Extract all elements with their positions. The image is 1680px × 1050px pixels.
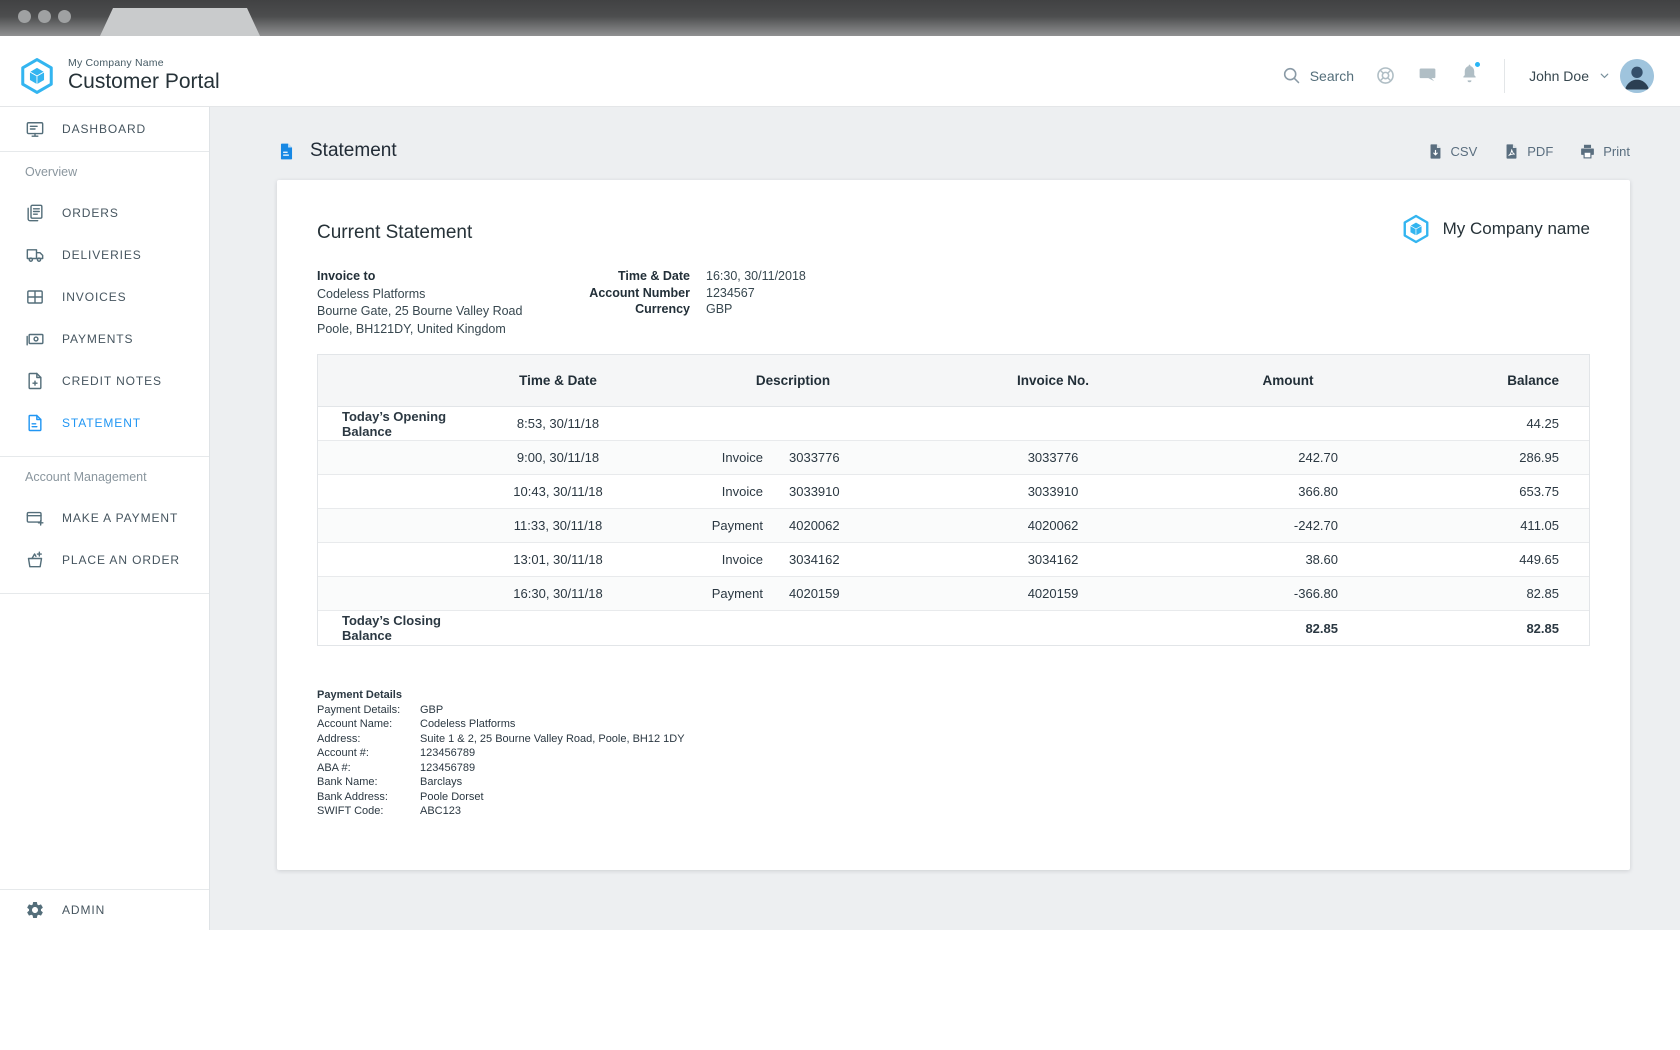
sidebar-section-overview: Overview <box>0 152 209 192</box>
sidebar-item-label: CREDIT NOTES <box>62 374 162 388</box>
user-menu[interactable]: John Doe <box>1529 59 1654 93</box>
payments-icon <box>25 329 45 349</box>
col-header-time-date: Time & Date <box>468 373 648 388</box>
invoice-to-block: Invoice to Codeless Platforms Bourne Gat… <box>317 268 577 338</box>
col-header-balance: Balance <box>1408 373 1589 388</box>
company-logo-icon <box>1401 214 1431 244</box>
window-button[interactable] <box>58 10 71 23</box>
meta-value: 16:30, 30/11/2018 <box>706 268 806 285</box>
brand[interactable]: My Company Name Customer Portal <box>18 57 220 95</box>
avatar[interactable] <box>1620 59 1654 93</box>
search-control[interactable]: Search <box>1281 65 1354 86</box>
csv-button[interactable]: CSV <box>1427 143 1478 160</box>
header-divider <box>1504 59 1505 93</box>
search-label: Search <box>1310 68 1354 84</box>
printer-icon <box>1579 143 1596 160</box>
sidebar-item-label: INVOICES <box>62 290 127 304</box>
statement-page-icon <box>277 142 296 161</box>
meta-label: Currency <box>577 301 690 318</box>
help-icon[interactable] <box>1375 65 1396 86</box>
gear-icon <box>25 900 45 920</box>
truck-icon <box>25 245 45 265</box>
table-row-opening-balance: Today’s Opening Balance 8:53, 30/11/18 4… <box>318 407 1589 441</box>
sidebar-item-label: PLACE AN ORDER <box>62 553 180 567</box>
invoice-to-line: Codeless Platforms <box>317 286 577 304</box>
col-header-description: Description <box>648 373 938 388</box>
sidebar-item-place-an-order[interactable]: PLACE AN ORDER <box>0 539 209 581</box>
sidebar-item-make-a-payment[interactable]: MAKE A PAYMENT <box>0 497 209 539</box>
search-icon <box>1281 65 1302 86</box>
table-row: 10:43, 30/11/18 Invoice3033910 3033910 3… <box>318 475 1589 509</box>
table-row: 13:01, 30/11/18 Invoice3034162 3034162 3… <box>318 543 1589 577</box>
window-button[interactable] <box>18 10 31 23</box>
statement-meta: Time & Date 16:30, 30/11/2018 Account Nu… <box>577 268 806 338</box>
meta-label: Account Number <box>577 285 690 302</box>
company-logo-icon <box>18 57 56 95</box>
sidebar-item-label: ADMIN <box>62 903 105 917</box>
orders-icon <box>25 203 45 223</box>
payment-details: Payment Details Payment Details:GBP Acco… <box>317 688 1590 819</box>
meta-value: GBP <box>706 301 732 318</box>
statement-card: Current Statement My Company name Invoic… <box>277 180 1630 870</box>
sidebar-item-dashboard[interactable]: DASHBOARD <box>0 107 209 151</box>
page-title: Statement <box>277 140 397 162</box>
sidebar-item-statement[interactable]: STATEMENT <box>0 402 209 444</box>
credit-note-icon <box>25 371 45 391</box>
statement-card-title: Current Statement <box>317 222 1590 244</box>
invoice-to-line: Bourne Gate, 25 Bourne Valley Road <box>317 303 577 321</box>
chevron-down-icon <box>1598 69 1611 82</box>
invoice-to-line: Poole, BH121DY, United Kingdom <box>317 321 577 339</box>
sidebar-item-admin[interactable]: ADMIN <box>0 890 209 930</box>
statement-icon <box>25 413 45 433</box>
sidebar-item-deliveries[interactable]: DELIVERIES <box>0 234 209 276</box>
pdf-file-icon <box>1503 143 1520 160</box>
col-header-amount: Amount <box>1168 373 1408 388</box>
invoices-icon <box>25 287 45 307</box>
meta-label: Time & Date <box>577 268 690 285</box>
sidebar-item-label: ORDERS <box>62 206 119 220</box>
sidebar-item-orders[interactable]: ORDERS <box>0 192 209 234</box>
card-plus-icon <box>25 508 45 528</box>
browser-tab[interactable] <box>100 8 260 36</box>
company-name-small: My Company Name <box>68 57 220 69</box>
sidebar-item-label: DASHBOARD <box>62 122 146 136</box>
print-button[interactable]: Print <box>1579 143 1630 160</box>
sidebar-item-label: PAYMENTS <box>62 332 133 346</box>
table-header-row: Time & Date Description Invoice No. Amou… <box>318 355 1589 407</box>
sidebar: DASHBOARD Overview ORDERS DELIVERIES <box>0 107 210 930</box>
pdf-button[interactable]: PDF <box>1503 143 1553 160</box>
table-row: 11:33, 30/11/18 Payment4020062 4020062 -… <box>318 509 1589 543</box>
sidebar-item-label: DELIVERIES <box>62 248 142 262</box>
payment-details-title: Payment Details <box>317 688 1590 703</box>
table-row: 9:00, 30/11/18 Invoice3033776 3033776 24… <box>318 441 1589 475</box>
sidebar-item-invoices[interactable]: INVOICES <box>0 276 209 318</box>
sidebar-item-label: STATEMENT <box>62 416 141 430</box>
user-name: John Doe <box>1529 68 1589 84</box>
sidebar-section-account-management: Account Management <box>0 457 209 497</box>
sidebar-item-credit-notes[interactable]: CREDIT NOTES <box>0 360 209 402</box>
company-name: My Company name <box>1443 219 1590 239</box>
chat-icon[interactable] <box>1417 65 1438 86</box>
basket-plus-icon <box>25 550 45 570</box>
sidebar-item-label: MAKE A PAYMENT <box>62 511 178 525</box>
invoice-to-label: Invoice to <box>317 268 577 286</box>
window-buttons <box>18 10 71 23</box>
dashboard-icon <box>25 119 45 139</box>
window-button[interactable] <box>38 10 51 23</box>
notification-dot <box>1473 60 1482 69</box>
table-row: 16:30, 30/11/18 Payment4020159 4020159 -… <box>318 577 1589 611</box>
company-badge: My Company name <box>1401 214 1590 244</box>
app-header: My Company Name Customer Portal Search <box>0 45 1680 107</box>
sidebar-item-payments[interactable]: PAYMENTS <box>0 318 209 360</box>
portal-title: Customer Portal <box>68 70 220 94</box>
csv-file-icon <box>1427 143 1444 160</box>
content-area: Statement CSV PD <box>210 107 1680 930</box>
meta-value: 1234567 <box>706 285 755 302</box>
table-row-closing-balance: Today’s Closing Balance 82.85 82.85 <box>318 611 1589 645</box>
chrome-gap <box>0 36 1680 45</box>
browser-chrome <box>0 0 1680 36</box>
statement-table: Time & Date Description Invoice No. Amou… <box>317 354 1590 646</box>
notifications-control[interactable] <box>1459 63 1480 89</box>
col-header-invoice-no: Invoice No. <box>938 373 1168 388</box>
